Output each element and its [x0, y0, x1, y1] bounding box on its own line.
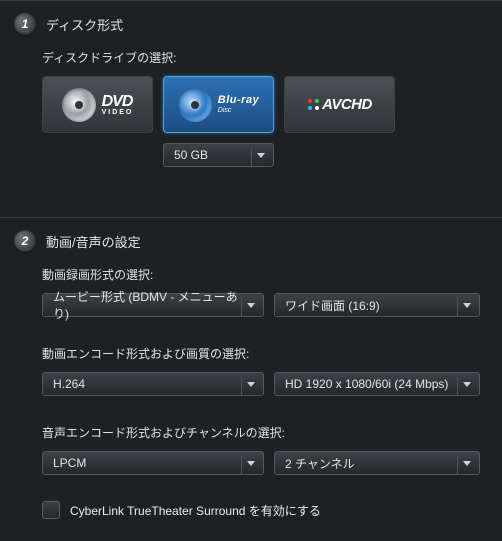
disc-drive-label: ディスクドライブの選択: — [42, 49, 460, 66]
bluray-logo: Blu-ray Disc — [218, 95, 259, 114]
truetheater-row: CyberLink TrueTheater Surround を有効にする — [42, 501, 460, 519]
video-format-label: 動画録画形式の選択: — [42, 266, 460, 283]
section-header: 1 ディスク形式 — [0, 1, 502, 45]
dvd-subtext: VIDEO — [102, 109, 134, 116]
chevron-down-icon — [257, 153, 265, 158]
avchd-text: AVCHD — [322, 96, 372, 113]
section-title: 動画/音声の設定 — [46, 232, 141, 251]
step-number-badge: 1 — [14, 13, 36, 35]
video-encode-label: 動画エンコード形式および画質の選択: — [42, 345, 460, 362]
chevron-down-icon — [247, 303, 255, 308]
capacity-select[interactable]: 50 GB — [163, 143, 274, 167]
truetheater-label: CyberLink TrueTheater Surround を有効にする — [70, 502, 321, 519]
truetheater-checkbox[interactable] — [42, 501, 60, 519]
movie-format-value: ムービー形式 (BDMV - メニューあり) — [53, 288, 253, 322]
chevron-down-icon — [463, 461, 471, 466]
video-resolution-select[interactable]: HD 1920 x 1080/60i (24 Mbps) — [274, 372, 480, 396]
dvd-text: DVD — [102, 93, 133, 110]
disc-tile-avchd[interactable]: AVCHD — [284, 76, 395, 133]
audio-channels-value: 2 チャンネル — [285, 455, 355, 472]
section-video-audio-settings: 2 動画/音声の設定 動画録画形式の選択: ムービー形式 (BDMV - メニュ… — [0, 217, 502, 535]
disc-tile-bluray[interactable]: Blu-ray Disc — [163, 76, 274, 133]
chevron-down-icon — [463, 303, 471, 308]
capacity-value: 50 GB — [174, 148, 208, 162]
audio-codec-select[interactable]: LPCM — [42, 451, 264, 475]
disc-tile-dvd[interactable]: DVD VIDEO — [42, 76, 153, 133]
disc-icon — [62, 88, 96, 122]
dvd-logo: DVD VIDEO — [102, 93, 134, 116]
section-disc-format: 1 ディスク形式 ディスクドライブの選択: DVD VIDEO Blu-ray — [0, 0, 502, 183]
chevron-down-icon — [463, 382, 471, 387]
chevron-down-icon — [247, 382, 255, 387]
movie-format-select[interactable]: ムービー形式 (BDMV - メニューあり) — [42, 293, 264, 317]
disc-icon — [178, 88, 212, 122]
video-codec-value: H.264 — [53, 377, 85, 391]
audio-channels-select[interactable]: 2 チャンネル — [274, 451, 480, 475]
audio-codec-value: LPCM — [53, 456, 86, 470]
bluray-text: Blu-ray — [218, 95, 259, 106]
chevron-down-icon — [247, 461, 255, 466]
avchd-logo: AVCHD — [307, 96, 372, 113]
aspect-ratio-select[interactable]: ワイド画面 (16:9) — [274, 293, 480, 317]
aspect-value: ワイド画面 (16:9) — [285, 297, 380, 314]
section-header: 2 動画/音声の設定 — [0, 218, 502, 262]
video-resolution-value: HD 1920 x 1080/60i (24 Mbps) — [285, 377, 448, 391]
section-title: ディスク形式 — [46, 15, 123, 34]
video-codec-select[interactable]: H.264 — [42, 372, 264, 396]
bluray-subtext: Disc — [218, 107, 259, 114]
disc-format-tiles: DVD VIDEO Blu-ray Disc AVCHD — [42, 76, 460, 133]
audio-encode-label: 音声エンコード形式およびチャンネルの選択: — [42, 424, 460, 441]
step-number-badge: 2 — [14, 230, 36, 252]
avchd-dots-icon — [307, 98, 320, 111]
